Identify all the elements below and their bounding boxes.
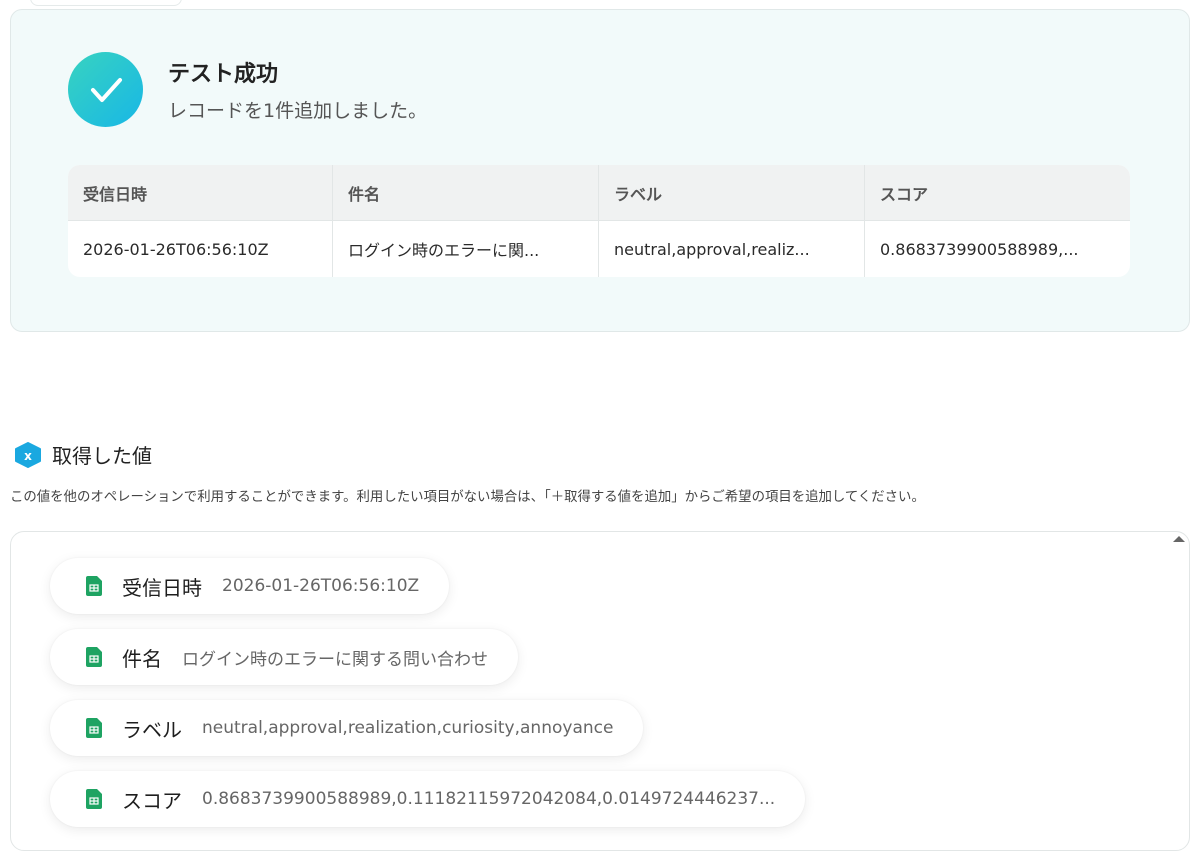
- success-title: テスト成功: [168, 62, 279, 87]
- sheet-icon: [86, 718, 102, 738]
- value-label: 受信日時: [122, 575, 202, 600]
- section-heading: x 取得した値: [14, 440, 152, 469]
- check-circle-icon: [68, 52, 143, 127]
- section-description: この値を他のオペレーションで利用することができます。利用したい項目がない場合は、…: [10, 490, 925, 505]
- value-item-subject[interactable]: 件名 ログイン時のエラーに関する問い合わせ: [50, 629, 518, 685]
- value-item-label[interactable]: ラベル neutral,approval,realization,curiosi…: [50, 700, 644, 756]
- column-header: 受信日時: [68, 165, 333, 221]
- column-header: スコア: [865, 165, 1130, 221]
- value-text: neutral,approval,realization,curiosity,a…: [202, 718, 614, 738]
- value-item-score[interactable]: スコア 0.8683739900588989,0.111821159720420…: [50, 771, 806, 827]
- section-title: 取得した値: [52, 444, 152, 468]
- value-label: スコア: [122, 788, 182, 813]
- sheet-icon: [86, 789, 102, 809]
- value-text: ログイン時のエラーに関する問い合わせ: [182, 649, 488, 670]
- table-row: 2026-01-26T06:56:10Z ログイン時のエラーに関... neut…: [68, 221, 1130, 277]
- table-cell: 2026-01-26T06:56:10Z: [68, 221, 333, 277]
- table-cell: ログイン時のエラーに関...: [333, 221, 599, 277]
- table-cell: neutral,approval,realiz...: [599, 221, 865, 277]
- value-text: 2026-01-26T06:56:10Z: [222, 576, 420, 596]
- obtained-values-list[interactable]: 受信日時 2026-01-26T06:56:10Z 件名 ログイン時のエラーに関…: [10, 531, 1190, 851]
- table-header-row: 受信日時 件名 ラベル スコア: [68, 165, 1130, 221]
- top-tab-stub: [30, 0, 182, 6]
- sheet-icon: [86, 576, 102, 596]
- variable-hexagon-icon: x: [14, 441, 42, 468]
- value-label: ラベル: [122, 717, 182, 742]
- scroll-up-arrow-icon[interactable]: [1173, 536, 1185, 542]
- column-header: 件名: [333, 165, 599, 221]
- svg-text:x: x: [24, 449, 32, 463]
- column-header: ラベル: [599, 165, 865, 221]
- success-message: レコードを1件追加しました。: [168, 100, 428, 122]
- value-text: 0.8683739900588989,0.11182115972042084,0…: [202, 789, 776, 809]
- table-cell: 0.8683739900588989,...: [880, 239, 1079, 259]
- value-item-received-datetime[interactable]: 受信日時 2026-01-26T06:56:10Z: [50, 558, 450, 614]
- record-table: 受信日時 件名 ラベル スコア 2026-01-26T06:56:10Z ログイ…: [68, 165, 1130, 277]
- value-label: 件名: [122, 646, 162, 671]
- sheet-icon: [86, 647, 102, 667]
- test-result-panel: テスト成功 レコードを1件追加しました。 受信日時 件名 ラベル スコア 202…: [10, 9, 1190, 332]
